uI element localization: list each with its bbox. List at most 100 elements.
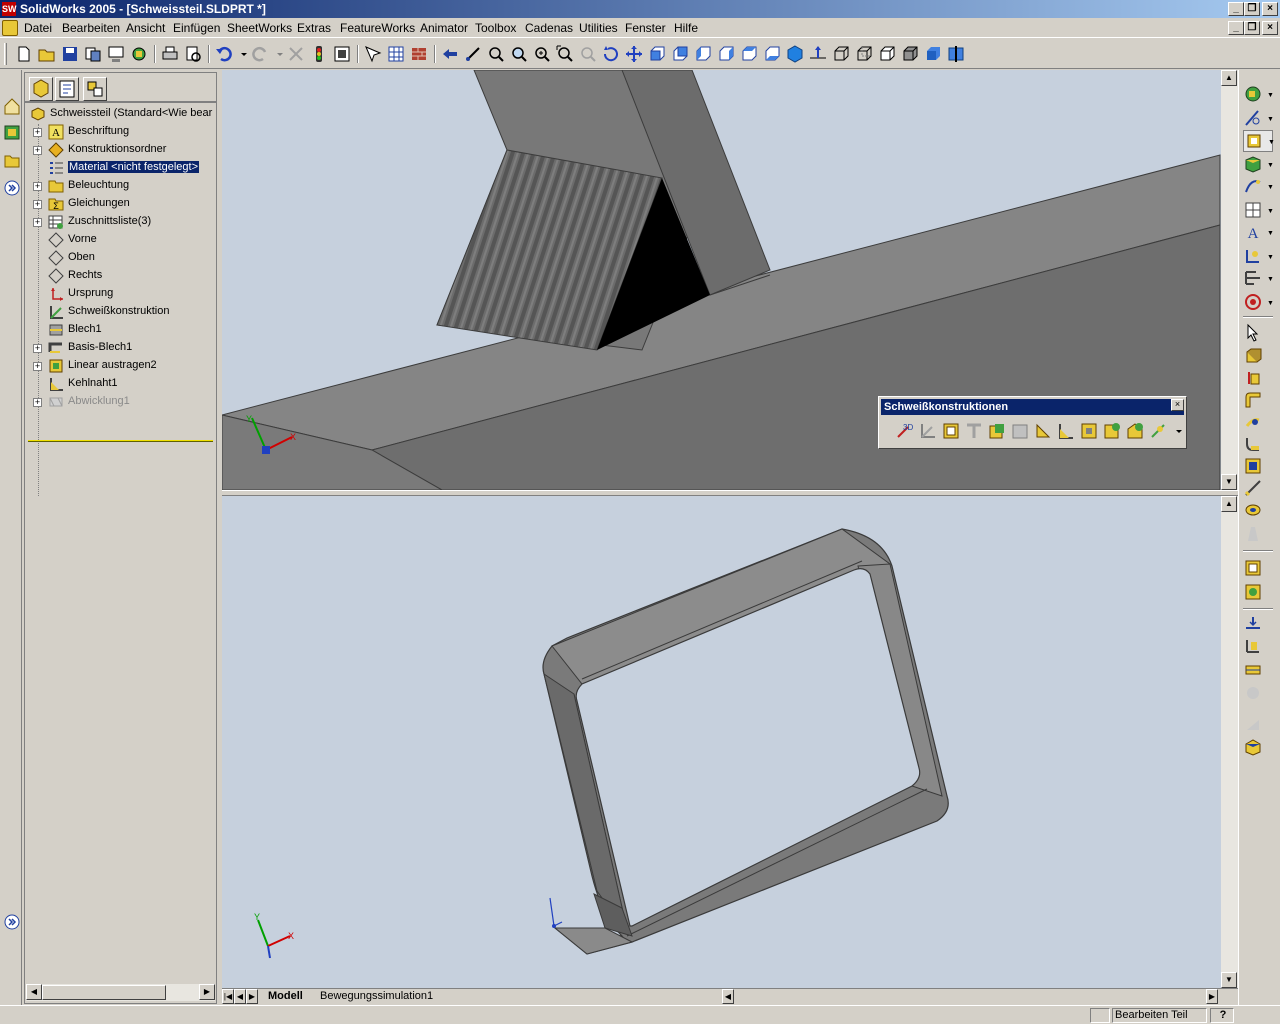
open-icon[interactable] (37, 44, 57, 64)
tree-item-oben[interactable]: Oben (26, 249, 215, 267)
viewport-top-vscroll[interactable]: ▲ ▼ (1221, 70, 1238, 490)
draft-disabled-icon[interactable] (1243, 524, 1273, 546)
menu-fenster[interactable]: Fenster (625, 21, 666, 35)
extruded-boss-icon[interactable] (1243, 346, 1273, 368)
menu-hilfe[interactable]: Hilfe (674, 21, 698, 35)
3d-sketch-icon[interactable]: 3D (895, 421, 915, 441)
undo-icon[interactable] (214, 44, 234, 64)
fillet-icon[interactable] (1243, 434, 1273, 456)
lofted-boss-icon[interactable] (1243, 412, 1273, 434)
expand-icon[interactable]: + (33, 200, 42, 209)
tree-item-vorne[interactable]: Vorne (26, 231, 215, 249)
sketch-entities-icon[interactable]: ▼ (1243, 108, 1274, 130)
rollback-bar[interactable] (28, 440, 213, 442)
dropdown-icon[interactable] (1169, 421, 1182, 441)
weldment-toolbar[interactable]: Schweißkonstruktionen × 3D (878, 396, 1187, 449)
rotate-view-icon[interactable] (601, 44, 621, 64)
weldment-frame-model[interactable]: Y X (222, 496, 1238, 988)
scroll-down-icon[interactable]: ▼ (1221, 972, 1237, 988)
scroll-left-icon[interactable]: ◀ (26, 984, 42, 1000)
tree-item-ursprung[interactable]: Ursprung (26, 285, 215, 303)
zoom-selection-icon[interactable] (555, 44, 575, 64)
expand-bottom-icon[interactable] (3, 912, 21, 934)
document-icon[interactable] (2, 20, 18, 36)
normal-to-icon[interactable] (808, 44, 828, 64)
tab-bewegungssimulation1[interactable]: Bewegungssimulation1 (320, 990, 433, 1002)
expand-icon[interactable]: + (33, 344, 42, 353)
undo-dropdown-icon[interactable] (234, 44, 247, 64)
configuration-manager-tab-icon[interactable] (83, 77, 107, 101)
weldment-icon[interactable] (918, 421, 938, 441)
restore-icon[interactable]: ❐ (1244, 2, 1260, 16)
menu-cadenas[interactable]: Cadenas (525, 21, 573, 35)
expand-icon[interactable]: + (33, 128, 42, 137)
section-view-icon[interactable] (946, 44, 966, 64)
zoom-area-icon[interactable] (509, 44, 529, 64)
back-view-icon[interactable] (670, 44, 690, 64)
previous-view-icon[interactable] (440, 44, 460, 64)
hidden-lines-removed-icon[interactable] (877, 44, 897, 64)
design-library-icon[interactable] (3, 122, 21, 144)
property-manager-tab-icon[interactable] (55, 77, 79, 101)
shell-icon[interactable] (1243, 456, 1273, 478)
tree-item-gleichungen[interactable]: + Σ Gleichungen (26, 195, 215, 213)
help-icon[interactable]: ? (1210, 1008, 1234, 1023)
revolved-boss-icon[interactable] (1243, 368, 1273, 390)
pan-icon[interactable] (624, 44, 644, 64)
hscroll-left-icon[interactable]: ◀ (722, 989, 734, 1004)
wireframe-icon[interactable] (831, 44, 851, 64)
weldment-cut-list-icon[interactable] (1102, 421, 1122, 441)
thicken-icon[interactable] (1243, 736, 1273, 758)
combine-icon[interactable] (1243, 660, 1273, 682)
measure-icon[interactable] (463, 44, 483, 64)
gusset-icon[interactable] (1033, 421, 1053, 441)
curves-icon[interactable]: ▼ (1243, 176, 1274, 198)
move-face-icon[interactable] (1243, 636, 1273, 658)
dimensions-icon[interactable]: ▼ (1243, 246, 1274, 268)
split-line-icon[interactable] (1243, 614, 1273, 636)
scroll-right-icon[interactable]: ▶ (199, 984, 215, 1000)
fillet-bead-icon[interactable] (1079, 421, 1099, 441)
tree-item-linear-austragen2[interactable]: + Linear austragen2 (26, 357, 215, 375)
tab-next-icon[interactable]: ▶ (246, 989, 258, 1004)
make-assembly-icon[interactable] (106, 44, 126, 64)
extruded-boss-icon[interactable] (987, 421, 1007, 441)
menu-featureworks[interactable]: FeatureWorks (340, 21, 415, 35)
bottom-view-icon[interactable] (762, 44, 782, 64)
menu-bearbeiten[interactable]: Bearbeiten (62, 21, 120, 35)
scroll-thumb[interactable] (42, 985, 166, 1000)
trim-extend-icon[interactable] (964, 421, 984, 441)
home-icon[interactable] (3, 96, 21, 118)
file-explorer-icon[interactable] (3, 150, 21, 172)
expand-icon[interactable]: + (33, 182, 42, 191)
scale-disabled-icon[interactable] (1243, 714, 1273, 736)
tree-item-blech1[interactable]: Blech1 (26, 321, 215, 339)
zoom-in-out-icon[interactable] (532, 44, 552, 64)
isometric-view-icon[interactable] (785, 44, 805, 64)
doc-minimize-icon[interactable]: _ (1228, 21, 1244, 35)
end-cap-icon[interactable] (1056, 421, 1076, 441)
zoom-disabled-icon[interactable] (578, 44, 598, 64)
annotations-icon[interactable]: A ▼ (1243, 222, 1274, 244)
redo-dropdown-icon[interactable] (270, 44, 283, 64)
feature-manager-tab-icon[interactable] (29, 77, 53, 101)
print-icon[interactable] (160, 44, 180, 64)
solidworks-app-icon[interactable]: SW (2, 2, 17, 16)
close-icon[interactable]: × (1262, 2, 1278, 16)
select-filter-icon[interactable] (363, 44, 383, 64)
menu-toolbox[interactable]: Toolbox (475, 21, 516, 35)
doc-restore-icon[interactable]: ❐ (1244, 21, 1260, 35)
delete-icon[interactable] (286, 44, 306, 64)
shaded-with-edges-icon[interactable] (900, 44, 920, 64)
linear-pattern-icon[interactable] (1243, 558, 1273, 580)
grid-icon[interactable] (386, 44, 406, 64)
tab-prev-icon[interactable]: ◀ (234, 989, 246, 1004)
menu-extras[interactable]: Extras (297, 21, 331, 35)
left-view-icon[interactable] (693, 44, 713, 64)
insert-part-icon[interactable] (1125, 421, 1145, 441)
viewport-bottom-vscroll[interactable]: ▲ ▼ (1221, 496, 1238, 988)
sketch-icon[interactable]: ▼ (1243, 84, 1274, 106)
tree-item-schweisskonstruktion[interactable]: Schweißkonstruktion (26, 303, 215, 321)
print-preview-icon[interactable] (183, 44, 203, 64)
doc-close-icon[interactable]: × (1262, 21, 1278, 35)
